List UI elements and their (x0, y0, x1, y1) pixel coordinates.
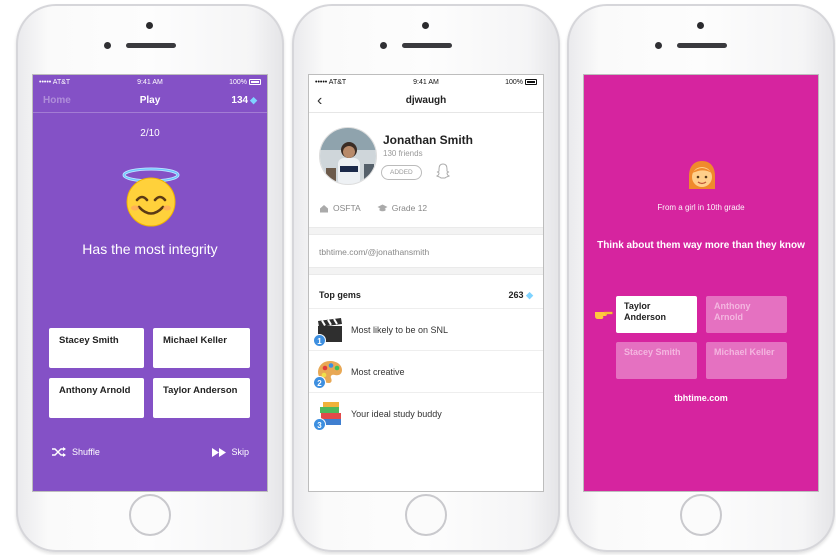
graduation-cap-icon (377, 204, 388, 212)
app-showcase: ••••• AT&T 9:41 AM 100% Home Play 134 ◆ … (0, 0, 836, 555)
skip-button[interactable]: Skip (212, 447, 249, 457)
battery-icon (525, 78, 537, 85)
rank-badge: 1 (313, 333, 326, 347)
front-camera (146, 22, 153, 29)
avatar (319, 127, 377, 185)
choice-button[interactable]: Anthony Arnold (706, 296, 787, 333)
shuffle-icon (52, 447, 66, 457)
rank-badge: 2 (313, 375, 326, 389)
nav-bar: ‹ djwaugh (309, 89, 543, 113)
pointing-hand-icon (595, 311, 613, 319)
top-gems-label: Top gems (319, 290, 361, 300)
proximity-sensor (655, 42, 662, 49)
back-chevron-icon[interactable]: ‹ (317, 92, 322, 110)
diamond-icon: ◆ (250, 95, 257, 105)
status-time: 9:41 AM (137, 78, 163, 86)
front-camera (697, 22, 704, 29)
list-item[interactable]: 3 Your ideal study buddy (309, 392, 543, 434)
section-divider (309, 227, 543, 235)
home-button[interactable] (405, 494, 447, 536)
question-progress: 2/10 (140, 128, 160, 139)
compliment-text: Think about them way more than they know (597, 240, 805, 251)
status-bar: ••••• AT&T 9:41 AM 100% (309, 75, 543, 89)
school-name: OSFTA (333, 203, 361, 213)
gem-count[interactable]: 134 ◆ (231, 95, 257, 106)
earpiece-speaker (126, 43, 176, 48)
profile-photo (320, 128, 376, 184)
gem-label: Your ideal study buddy (351, 408, 442, 419)
earpiece-speaker (677, 43, 727, 48)
friends-count: 130 friends (383, 149, 423, 158)
choice-button[interactable]: Michael Keller (153, 328, 250, 368)
proximity-sensor (104, 42, 111, 49)
sender-hint: From a girl in 10th grade (657, 203, 745, 212)
home-link[interactable]: Home (43, 95, 71, 106)
shuffle-button[interactable]: Shuffle (51, 447, 100, 457)
battery-icon (249, 78, 261, 85)
earpiece-speaker (402, 43, 452, 48)
top-gems-header: Top gems 263 ◆ (319, 290, 533, 301)
front-camera (422, 22, 429, 29)
gem-count-value: 134 (231, 95, 249, 106)
halo-smile-emoji-icon (122, 167, 180, 227)
website-label: tbhtime.com (674, 393, 728, 403)
home-button[interactable] (680, 494, 722, 536)
added-button[interactable]: ADDED (381, 165, 422, 180)
section-divider (309, 267, 543, 275)
status-bar: ••••• AT&T 9:41 AM 100% (33, 75, 267, 89)
status-time: 9:41 AM (413, 78, 439, 86)
choice-button[interactable]: Stacey Smith (49, 328, 144, 368)
list-item[interactable]: 2 Most creative (309, 350, 543, 392)
choice-button-selected[interactable]: Taylor Anderson (616, 296, 697, 333)
gem-label: Most creative (351, 366, 405, 377)
girl-emoji-icon (689, 161, 715, 189)
choice-button[interactable]: Stacey Smith (616, 342, 697, 379)
skip-label: Skip (231, 447, 249, 457)
gem-label: Most likely to be on SNL (351, 324, 449, 335)
books-icon: 3 (313, 399, 345, 431)
fast-forward-icon (212, 447, 227, 457)
phone-frame-play: ••••• AT&T 9:41 AM 100% Home Play 134 ◆ … (16, 4, 284, 552)
list-item[interactable]: 1 Most likely to be on SNL (309, 308, 543, 350)
page-title: djwaugh (405, 95, 447, 106)
profile-screen: ••••• AT&T 9:41 AM 100% ‹ djwaugh Jonath… (308, 74, 544, 492)
choice-button[interactable]: Anthony Arnold (49, 378, 144, 418)
reveal-screen: From a girl in 10th grade Think about th… (583, 74, 819, 492)
proximity-sensor (380, 42, 387, 49)
snapchat-ghost-icon[interactable] (436, 163, 450, 179)
choice-button[interactable]: Taylor Anderson (153, 378, 250, 418)
diamond-icon: ◆ (526, 290, 533, 300)
top-gems-count: 263 ◆ (508, 290, 533, 300)
profile-link[interactable]: tbhtime.com/@jonathansmith (319, 247, 429, 257)
palette-icon: 2 (313, 357, 345, 389)
question-text: Has the most integrity (82, 241, 218, 257)
school-info: OSFTA Grade 12 (319, 203, 427, 213)
clapper-icon: 1 (313, 315, 345, 347)
grade-item: Grade 12 (377, 203, 427, 213)
profile-name: Jonathan Smith (383, 133, 474, 147)
rank-badge: 3 (313, 417, 326, 431)
school-item: OSFTA (319, 203, 361, 213)
grade-label: Grade 12 (391, 203, 428, 213)
home-icon (320, 204, 328, 212)
home-button[interactable] (129, 494, 171, 536)
shuffle-label: Shuffle (72, 447, 100, 457)
phone-frame-reveal: From a girl in 10th grade Think about th… (567, 4, 835, 552)
nav-bar: Home Play 134 ◆ (33, 89, 267, 113)
phone-frame-profile: ••••• AT&T 9:41 AM 100% ‹ djwaugh Jonath… (292, 4, 560, 552)
choice-button[interactable]: Michael Keller (706, 342, 787, 379)
play-screen: ••••• AT&T 9:41 AM 100% Home Play 134 ◆ … (32, 74, 268, 492)
